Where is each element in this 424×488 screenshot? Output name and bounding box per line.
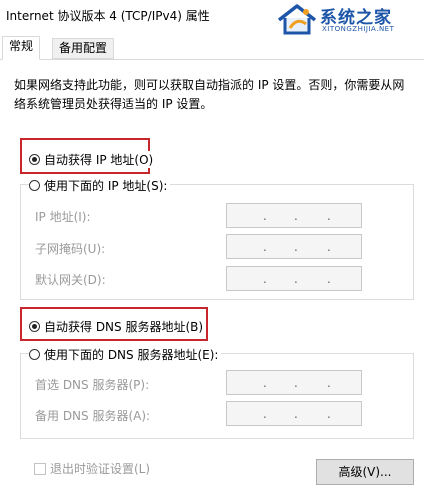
tab-alternate-config[interactable]: 备用配置 (52, 38, 115, 59)
tab-alternate-config-label: 备用配置 (59, 41, 108, 55)
advanced-button[interactable]: 高级(V)... (316, 459, 414, 485)
ip-address-field[interactable]: ... (226, 203, 362, 228)
ip-manual-radio-button[interactable] (29, 180, 40, 191)
dns-manual-radio[interactable]: 使用下面的 DNS 服务器地址(E): (29, 346, 222, 363)
ip-auto-radio-button[interactable] (29, 154, 40, 165)
dns-auto-radio-button[interactable] (29, 321, 40, 332)
window-title: Internet 协议版本 4 (TCP/IPv4) 属性 (6, 9, 210, 23)
dns-auto-label: 自动获得 DNS 服务器地址(B) (44, 320, 204, 334)
dns-manual-label: 使用下面的 DNS 服务器地址(E): (44, 348, 219, 362)
default-gateway-label: 默认网关(D): (35, 273, 106, 287)
ip-manual-label: 使用下面的 IP 地址(S): (44, 179, 168, 193)
alternate-dns-label: 备用 DNS 服务器(A): (35, 409, 151, 423)
tab-general-label: 常规 (9, 39, 34, 53)
preferred-dns-field[interactable]: ... (226, 370, 362, 395)
description-text: 如果网络支持此功能，则可以获取自动指派的 IP 设置。否则，你需要从网络系统管理… (14, 78, 405, 111)
alternate-dns-field[interactable]: ... (226, 401, 362, 426)
ip-address-label: IP 地址(I): (35, 210, 91, 224)
ip-auto-radio[interactable]: 自动获得 IP 地址(O) (29, 151, 157, 168)
validate-on-exit-label: 退出时验证设置(L) (50, 462, 151, 476)
dns-auto-radio[interactable]: 自动获得 DNS 服务器地址(B) (29, 318, 207, 335)
dns-manual-group (20, 353, 414, 439)
default-gateway-field[interactable]: ... (226, 266, 362, 291)
ip-auto-label: 自动获得 IP 地址(O) (44, 153, 154, 167)
dns-manual-radio-button[interactable] (29, 349, 40, 360)
ip-manual-radio[interactable]: 使用下面的 IP 地址(S): (29, 177, 171, 194)
preferred-dns-label: 首选 DNS 服务器(P): (35, 378, 150, 392)
watermark-url: XITONGZHIJIA.NET (322, 25, 395, 33)
house-logo-icon (277, 4, 317, 35)
watermark-logo: 系统之家 XITONGZHIJIA.NET (276, 2, 424, 36)
tab-divider (0, 59, 424, 60)
subnet-mask-field[interactable]: ... (226, 234, 362, 259)
tab-general[interactable]: 常规 (2, 36, 41, 60)
validate-on-exit-checkbox[interactable] (34, 462, 46, 475)
validate-on-exit[interactable]: 退出时验证设置(L) (34, 460, 150, 477)
subnet-mask-label: 子网掩码(U): (35, 242, 106, 256)
